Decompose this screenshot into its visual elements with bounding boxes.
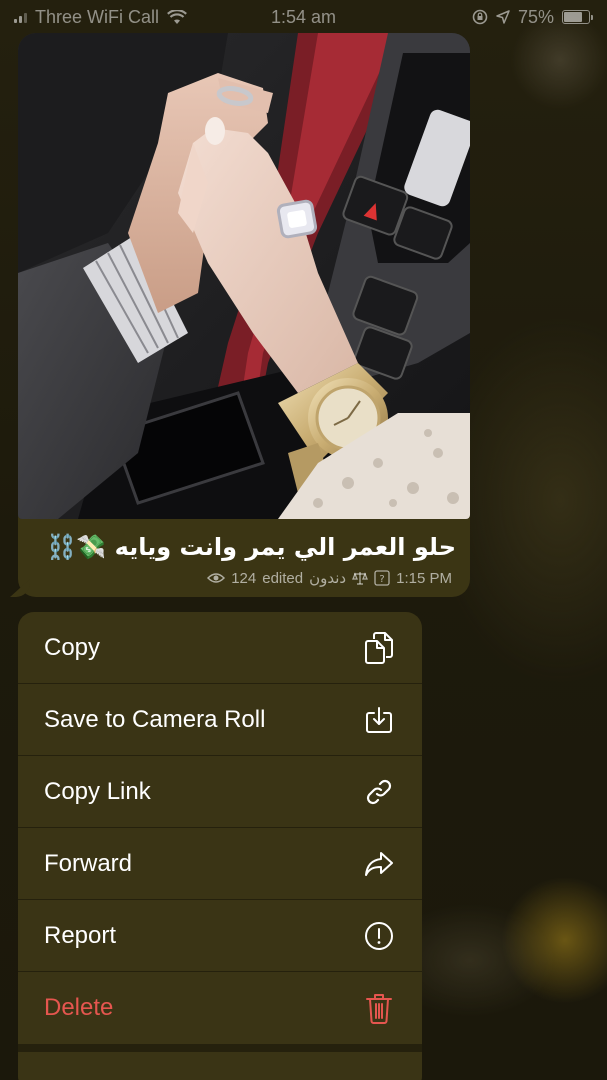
trash-icon	[362, 991, 396, 1025]
forward-arrow-icon	[362, 847, 396, 881]
message-bubble[interactable]: حلو العمر الي يمر وانت ويايه 💸⛓️ 124 edi…	[10, 33, 470, 597]
bubble-tail	[10, 579, 30, 597]
menu-item-label: Delete	[44, 994, 114, 1021]
signal-icon	[14, 11, 27, 23]
report-exclamation-icon	[362, 919, 396, 953]
battery-icon	[562, 10, 593, 24]
scales-icon	[352, 572, 369, 585]
carrier-label: Three WiFi Call	[35, 6, 160, 27]
menu-item-label: Copy Link	[44, 777, 151, 805]
author-signature: دندون	[309, 570, 347, 587]
message-photo[interactable]	[18, 33, 470, 519]
message-time: 1:15 PM	[396, 569, 452, 587]
menu-item-copy-link[interactable]: Copy Link	[18, 756, 422, 828]
view-count: 124	[231, 569, 257, 587]
eye-icon	[207, 573, 226, 583]
menu-separator	[18, 1044, 422, 1052]
location-arrow-icon	[496, 10, 510, 24]
context-menu: Copy Save to Camera Roll Copy Link Forwa…	[18, 612, 422, 1080]
menu-extra-section	[18, 1052, 422, 1080]
photo-hands-ring-watch	[18, 33, 470, 519]
message-caption: حلو العمر الي يمر وانت ويايه 💸⛓️	[46, 533, 456, 561]
menu-item-forward[interactable]: Forward	[18, 828, 422, 900]
status-bar: Three WiFi Call 1:54 am 75%	[0, 0, 607, 34]
message-meta: 124 edited دندون ? 1:15 PM	[207, 569, 452, 587]
menu-item-label: Save to Camera Roll	[44, 705, 266, 733]
status-right: 75%	[472, 7, 593, 28]
link-icon	[362, 775, 396, 809]
menu-item-label: Forward	[44, 849, 133, 877]
number-box-icon: ?	[374, 570, 390, 586]
battery-level	[564, 12, 582, 22]
wifi-icon	[167, 9, 187, 24]
lock-rotation-icon	[472, 9, 488, 25]
copy-icon	[362, 631, 396, 665]
menu-item-report[interactable]: Report	[18, 900, 422, 972]
battery-percent: 75%	[517, 6, 554, 27]
menu-item-save-to-camera-roll[interactable]: Save to Camera Roll	[18, 684, 422, 756]
menu-item-label: Copy	[44, 633, 101, 661]
menu-item-label: Report	[44, 921, 117, 949]
save-download-icon	[362, 703, 396, 737]
menu-item-delete[interactable]: Delete	[18, 972, 422, 1044]
edited-label: edited	[262, 569, 304, 587]
svg-text:?: ?	[379, 574, 384, 585]
menu-item-copy[interactable]: Copy	[18, 612, 422, 684]
status-left: Three WiFi Call	[14, 7, 187, 28]
